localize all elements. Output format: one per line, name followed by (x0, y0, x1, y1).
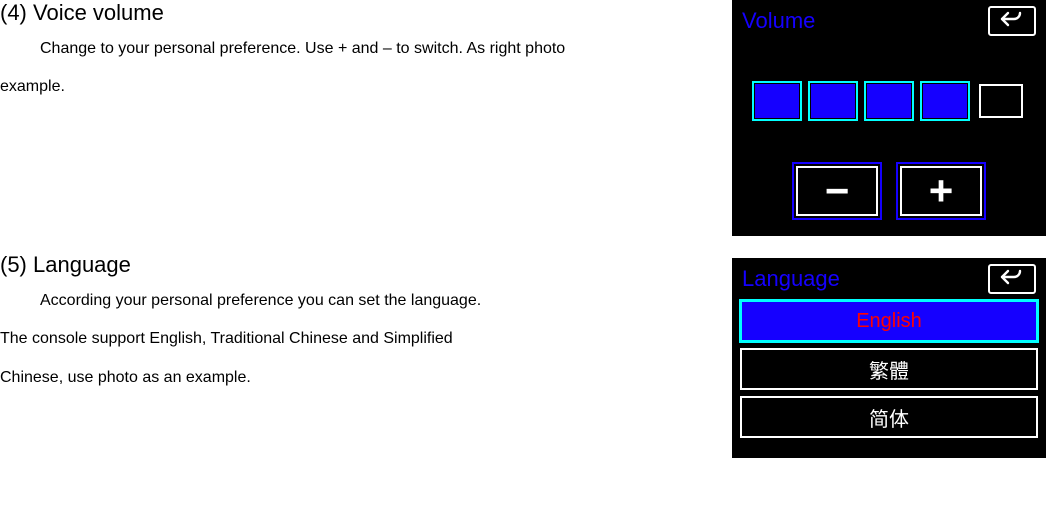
screen-title-language: Language (742, 266, 840, 292)
body-language-line2: The console support English, Traditional… (0, 320, 670, 358)
titlebar-volume: Volume (732, 0, 1046, 42)
section-voice-volume: (4) Voice volume Change to your personal… (0, 0, 720, 107)
volume-segment (979, 84, 1023, 118)
device-screenshot-language: Language English 繁體 简体 (732, 258, 1046, 458)
body-language-line3: Chinese, use photo as an example. (0, 359, 670, 397)
volume-segment (811, 84, 855, 118)
body-language-line1: According your personal preference you c… (40, 282, 670, 320)
volume-segment (755, 84, 799, 118)
body-voice-volume-line2: example. (0, 68, 720, 106)
titlebar-language: Language (732, 258, 1046, 300)
language-option-simplified-chinese[interactable]: 简体 (740, 396, 1038, 438)
body-voice-volume-line1: Change to your personal preference. Use … (40, 30, 720, 68)
volume-segment (923, 84, 967, 118)
volume-level-bar (732, 42, 1046, 118)
language-option-english[interactable]: English (740, 300, 1038, 342)
language-option-traditional-chinese[interactable]: 繁體 (740, 348, 1038, 390)
volume-minus-button[interactable]: − (796, 166, 878, 216)
language-option-label: English (856, 310, 922, 333)
heading-voice-volume: (4) Voice volume (0, 0, 720, 26)
language-option-label: 简体 (869, 403, 909, 432)
plus-icon: + (929, 170, 954, 212)
back-arrow-icon (1000, 11, 1024, 32)
back-button[interactable] (988, 6, 1036, 36)
language-list: English 繁體 简体 (732, 300, 1046, 446)
screen-title-volume: Volume (742, 8, 815, 34)
device-screenshot-volume: Volume − + (732, 0, 1046, 236)
section-language: (5) Language According your personal pre… (0, 252, 670, 397)
back-arrow-icon (1000, 269, 1024, 290)
heading-language: (5) Language (0, 252, 670, 278)
minus-icon: − (825, 170, 850, 212)
language-option-label: 繁體 (869, 355, 909, 384)
back-button[interactable] (988, 264, 1036, 294)
volume-segment (867, 84, 911, 118)
volume-plus-button[interactable]: + (900, 166, 982, 216)
volume-button-row: − + (732, 166, 1046, 216)
